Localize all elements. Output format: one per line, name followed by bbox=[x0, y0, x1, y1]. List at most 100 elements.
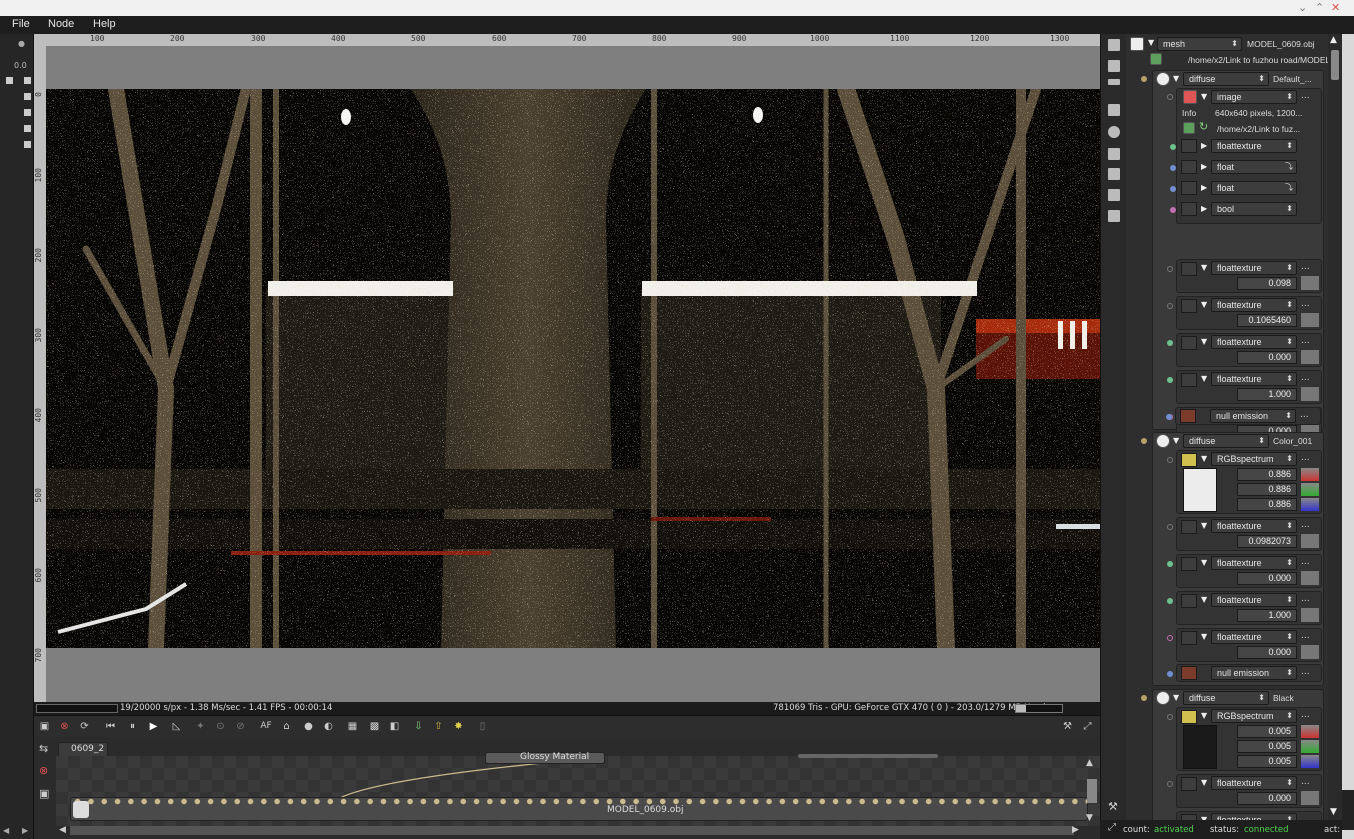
texture-type-select[interactable]: RGBspectrum ⬍ bbox=[1211, 452, 1297, 466]
collapse-icon[interactable] bbox=[6, 77, 13, 84]
geometry-icon[interactable] bbox=[1108, 168, 1120, 180]
reload-icon[interactable]: ↻ bbox=[1199, 120, 1208, 133]
param-type-select[interactable]: floattexture⬍ bbox=[1211, 593, 1297, 607]
sub-type-select[interactable]: float ⤵ bbox=[1211, 160, 1297, 174]
input-pin[interactable] bbox=[1170, 144, 1176, 150]
collapse-icon[interactable]: ▼ bbox=[1201, 454, 1207, 463]
input-pin[interactable] bbox=[1166, 414, 1172, 420]
film-icon[interactable] bbox=[1108, 148, 1120, 160]
focus-icon[interactable]: ✦ bbox=[194, 720, 207, 733]
param-value[interactable]: 0.000 bbox=[1237, 792, 1297, 805]
input-pin[interactable] bbox=[1170, 207, 1176, 213]
menu-help[interactable]: Help bbox=[93, 18, 116, 30]
scroll-right-icon[interactable]: ▶ bbox=[22, 826, 28, 835]
image-icon[interactable] bbox=[1108, 104, 1120, 116]
collapse-icon[interactable]: ▼ bbox=[1201, 711, 1207, 720]
input-pin[interactable] bbox=[1167, 457, 1173, 463]
color-swatch[interactable] bbox=[1183, 725, 1217, 769]
collapse-icon[interactable]: ▼ bbox=[1201, 300, 1207, 309]
pick-icon[interactable]: ⊙ bbox=[214, 720, 227, 733]
input-pin[interactable] bbox=[1167, 598, 1173, 604]
more-button[interactable]: ... bbox=[1301, 299, 1310, 309]
scroll-left-icon[interactable]: ◀ bbox=[3, 826, 9, 835]
emission-select[interactable]: null emission ⬍ bbox=[1210, 409, 1296, 423]
more-button[interactable]: ... bbox=[1301, 373, 1310, 383]
param-value[interactable]: 0.098 bbox=[1237, 277, 1297, 290]
param-value[interactable]: 0.0982073 bbox=[1237, 535, 1297, 548]
sphere-icon[interactable]: ● bbox=[302, 720, 315, 733]
more-button[interactable]: ... bbox=[1301, 777, 1310, 787]
param-type-select[interactable]: floattexture⬍ bbox=[1211, 261, 1297, 275]
collapse-icon[interactable]: ▼ bbox=[1201, 374, 1207, 383]
mesh-type-select[interactable]: mesh ⬍ bbox=[1157, 37, 1242, 51]
render-target-icon[interactable] bbox=[1108, 39, 1120, 51]
input-pin[interactable] bbox=[1167, 266, 1173, 272]
material-type-select[interactable]: diffuse ⬍ bbox=[1183, 434, 1269, 448]
collapse-icon[interactable]: ▼ bbox=[1201, 632, 1207, 641]
material-type-select[interactable]: diffuse ⬍ bbox=[1183, 72, 1269, 86]
fullscreen-icon[interactable]: ⤢ bbox=[1081, 720, 1094, 733]
param-type-select[interactable]: floattexture⬍ bbox=[1211, 813, 1297, 820]
input-pin[interactable] bbox=[1167, 94, 1173, 100]
node-delete-icon[interactable]: ⊗ bbox=[39, 764, 48, 777]
menu-file[interactable]: File bbox=[12, 18, 30, 30]
param-type-select[interactable]: floattexture⬍ bbox=[1211, 630, 1297, 644]
blue-value[interactable]: 0.005 bbox=[1237, 755, 1297, 768]
pick-material-icon[interactable]: ⊘ bbox=[234, 720, 247, 733]
tab-0609-2[interactable]: 0609_2 bbox=[58, 742, 108, 757]
mesh-node[interactable]: MODEL_0609.obj bbox=[70, 797, 1088, 821]
expand-icon[interactable]: ⤢ bbox=[1108, 822, 1116, 833]
more-button[interactable]: ... bbox=[1301, 91, 1310, 101]
green-value[interactable]: 0.886 bbox=[1237, 483, 1297, 496]
render-viewport[interactable] bbox=[46, 46, 1100, 702]
close-icon[interactable]: ✕ bbox=[1331, 1, 1340, 14]
collapse-icon[interactable]: ▼ bbox=[1173, 436, 1179, 445]
scrollbar-thumb[interactable] bbox=[1331, 50, 1339, 80]
autofocus-button[interactable]: AF bbox=[256, 720, 276, 733]
tree-item-icon[interactable] bbox=[24, 93, 31, 100]
slider-icon[interactable] bbox=[1301, 791, 1319, 805]
ruler-icon[interactable]: ◺ bbox=[170, 720, 183, 733]
camera-icon[interactable]: ⌂ bbox=[280, 720, 293, 733]
collapse-icon[interactable]: ▼ bbox=[1201, 263, 1207, 272]
param-type-select[interactable]: floattexture⬍ bbox=[1211, 298, 1297, 312]
refresh-icon[interactable]: ⟳ bbox=[78, 720, 91, 733]
node-canvas[interactable]: Glossy Material MODEL_0609.obj bbox=[56, 752, 1100, 826]
more-button[interactable]: ... bbox=[1301, 262, 1310, 272]
input-pin[interactable] bbox=[1167, 561, 1173, 567]
more-button[interactable]: ... bbox=[1301, 336, 1310, 346]
texture-type-select[interactable]: RGBspectrum ⬍ bbox=[1211, 709, 1297, 723]
scroll-up-icon[interactable]: ▲ bbox=[1086, 758, 1093, 768]
sub-type-select[interactable]: float ⤵ bbox=[1211, 181, 1297, 195]
grid-icon[interactable]: ▦ bbox=[346, 720, 359, 733]
wrench-icon[interactable]: ⚒ bbox=[1108, 800, 1118, 813]
more-button[interactable]: ... bbox=[1301, 594, 1310, 604]
more-button[interactable]: ... bbox=[1301, 631, 1310, 641]
red-value[interactable]: 0.005 bbox=[1237, 725, 1297, 738]
expand-icon[interactable]: ▶ bbox=[1201, 141, 1207, 150]
param-value[interactable]: 0.000 bbox=[1237, 646, 1297, 659]
more-button[interactable]: ... bbox=[1301, 667, 1310, 677]
param-type-select[interactable]: floattexture⬍ bbox=[1211, 372, 1297, 386]
slider-icon[interactable] bbox=[1301, 350, 1319, 364]
pause-icon[interactable]: ⏸ bbox=[126, 720, 139, 733]
import-icon[interactable]: ⇩ bbox=[412, 720, 425, 733]
maximize-icon[interactable]: ⌃ bbox=[1315, 1, 1324, 14]
export-icon[interactable]: ⇧ bbox=[432, 720, 445, 733]
collapse-icon[interactable]: ▼ bbox=[1173, 74, 1179, 83]
save-icon[interactable]: ▣ bbox=[38, 720, 51, 733]
input-pin[interactable] bbox=[1141, 695, 1147, 701]
input-pin[interactable] bbox=[1167, 377, 1173, 383]
layers-icon[interactable] bbox=[1108, 60, 1120, 72]
texture-icon[interactable] bbox=[1108, 210, 1120, 222]
rewind-icon[interactable]: ⏮ bbox=[104, 720, 117, 733]
expand-icon[interactable]: ▶ bbox=[1201, 162, 1207, 171]
picture-icon[interactable] bbox=[1108, 189, 1120, 201]
input-pin[interactable] bbox=[1167, 781, 1173, 787]
tree-item-icon[interactable] bbox=[24, 125, 31, 132]
slider-icon[interactable] bbox=[1301, 313, 1319, 327]
more-button[interactable]: ... bbox=[1301, 520, 1310, 530]
param-type-select[interactable]: floattexture⬍ bbox=[1211, 519, 1297, 533]
more-button[interactable]: ... bbox=[1301, 557, 1310, 567]
emission-select[interactable]: null emission ⬍ bbox=[1211, 666, 1297, 680]
